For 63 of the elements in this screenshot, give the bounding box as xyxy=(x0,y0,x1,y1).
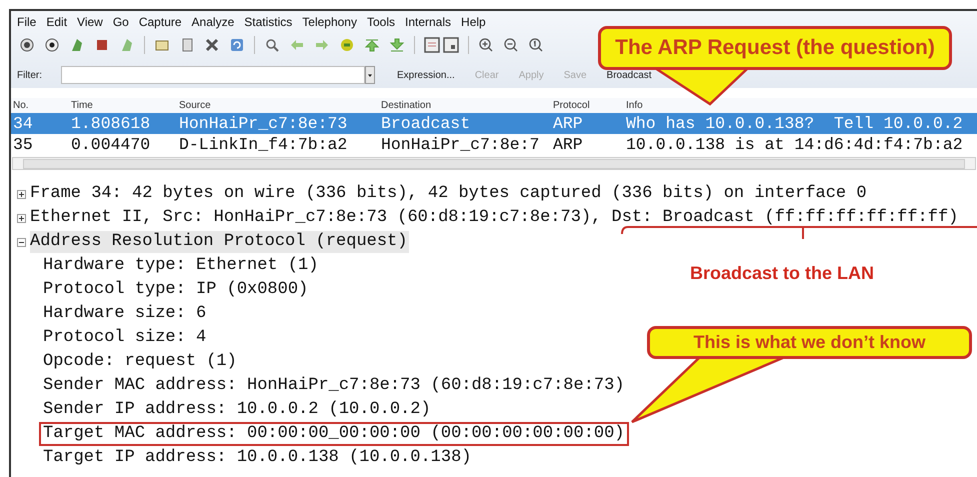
table-cell-text: HonHaiPr_c7:8e:7 xyxy=(380,134,540,155)
tree-item[interactable]: Address Resolution Protocol (request) xyxy=(30,231,410,253)
tree-item[interactable]: Target IP address: 10.0.0.138 (10.0.0.138) xyxy=(39,446,476,470)
annotation-label: Broadcast to the LAN xyxy=(690,262,874,284)
top-arrow-icon[interactable] xyxy=(364,37,380,53)
collapse-icon[interactable] xyxy=(17,238,26,246)
zoom-reset-icon[interactable] xyxy=(528,37,544,53)
menu-item[interactable]: Edit xyxy=(46,15,68,29)
table-cell-text: Who has 10.0.0.138? Tell 10.0.0.2 xyxy=(625,113,964,134)
tree-item[interactable]: Target MAC address: 00:00:00_00:00:00 (00:00:00:00:00:00) xyxy=(39,422,628,446)
menu-item[interactable]: Capture xyxy=(138,15,182,29)
tree-item[interactable]: Hardware type: Ethernet (1) xyxy=(39,254,322,278)
table-cell-text: 0.004470 xyxy=(70,134,152,155)
filter-button[interactable]: Expression... xyxy=(389,70,463,80)
tree-item[interactable]: Hardware size: 6 xyxy=(39,302,210,326)
zoom-out-icon[interactable] xyxy=(503,37,519,53)
table-cell-text: 35 xyxy=(12,134,34,155)
column-header[interactable]: Time xyxy=(69,100,177,111)
tree-item[interactable]: Protocol size: 4 xyxy=(39,326,210,350)
horizontal-scrollbar[interactable] xyxy=(12,157,976,170)
tree-item[interactable]: Protocol type: IP (0x0800) xyxy=(39,278,312,302)
filter-field[interactable] xyxy=(61,66,365,84)
menu-item[interactable]: Analyze xyxy=(192,15,234,29)
tree-item[interactable]: Opcode: request (1) xyxy=(39,350,241,374)
filter-button[interactable]: Broadcast xyxy=(598,70,660,80)
reload-icon[interactable] xyxy=(229,37,245,53)
table-cell-text: Broadcast xyxy=(380,113,472,134)
menu-item[interactable]: Statistics xyxy=(244,15,292,29)
table-cell-text: 34 xyxy=(12,113,34,134)
search-icon[interactable] xyxy=(264,37,280,53)
tree-item[interactable]: Sender MAC address: HonHaiPr_c7:8e:73 (60:d8:19:c7:8e:73) xyxy=(39,374,628,398)
dropdown-button[interactable] xyxy=(365,66,375,84)
column-header[interactable]: Protocol xyxy=(551,100,624,111)
bottom-arrow-icon[interactable] xyxy=(389,37,405,53)
packet-row[interactable]: 34 1.808618 HonHaiPr_c7:8e:73 Broadcast ARP Who has 10.0.0.138? Tell 10.0.0.2 xyxy=(11,113,977,134)
column-header[interactable]: No. xyxy=(11,100,69,111)
menu-item[interactable]: Internals xyxy=(405,15,452,29)
packet-row[interactable]: 35 0.004470 D-LinkIn_f4:7b:a2 HonHaiPr_c7:8e:7 ARP 10.0.0.138 is at 14:d6:4d:f4:7b:a2 xyxy=(11,134,977,155)
filter-label: Filter: xyxy=(17,70,43,80)
tree-item[interactable]: Ethernet II, Src: HonHaiPr_c7:8e:73 (60:d8:19:c7:8e:73), Dst: Broadcast (ff:ff:ff:ff:ff:ff) xyxy=(30,207,960,229)
menu-item[interactable]: Telephony xyxy=(302,15,357,29)
table-cell-text: 1.808618 xyxy=(70,113,152,134)
tree-item[interactable]: Sender IP address: 10.0.0.2 (10.0.0.2) xyxy=(39,398,435,422)
menu-item[interactable]: Help xyxy=(461,15,486,29)
stop-capture-icon[interactable] xyxy=(94,37,110,53)
menu-item[interactable]: File xyxy=(17,15,36,29)
menu-item[interactable]: Go xyxy=(112,15,129,29)
column-header[interactable]: Info xyxy=(624,100,977,111)
table-cell-text: D-LinkIn_f4:7b:a2 xyxy=(178,134,348,155)
table-cell-text: ARP xyxy=(552,113,584,134)
expand-icon[interactable] xyxy=(17,190,26,198)
table-cell-text: 10.0.0.138 is at 14:d6:4d:f4:7b:a2 xyxy=(625,134,964,155)
table-cell-text: HonHaiPr_c7:8e:73 xyxy=(178,113,348,134)
column-header[interactable]: Source xyxy=(177,100,379,111)
tree-item[interactable]: Frame 34: 42 bytes on wire (336 bits), 42 bytes captured (336 bits) on interface 0 xyxy=(30,183,869,205)
menu-item[interactable]: Tools xyxy=(366,15,395,29)
column-header[interactable]: Destination xyxy=(379,100,551,111)
menu-item[interactable]: View xyxy=(77,15,103,29)
zoom-in-icon[interactable] xyxy=(478,37,494,53)
expand-icon[interactable] xyxy=(17,214,26,222)
table-cell-text: ARP xyxy=(552,134,584,155)
callout: This is what we don’t know xyxy=(647,326,972,359)
close-icon[interactable] xyxy=(204,37,220,53)
